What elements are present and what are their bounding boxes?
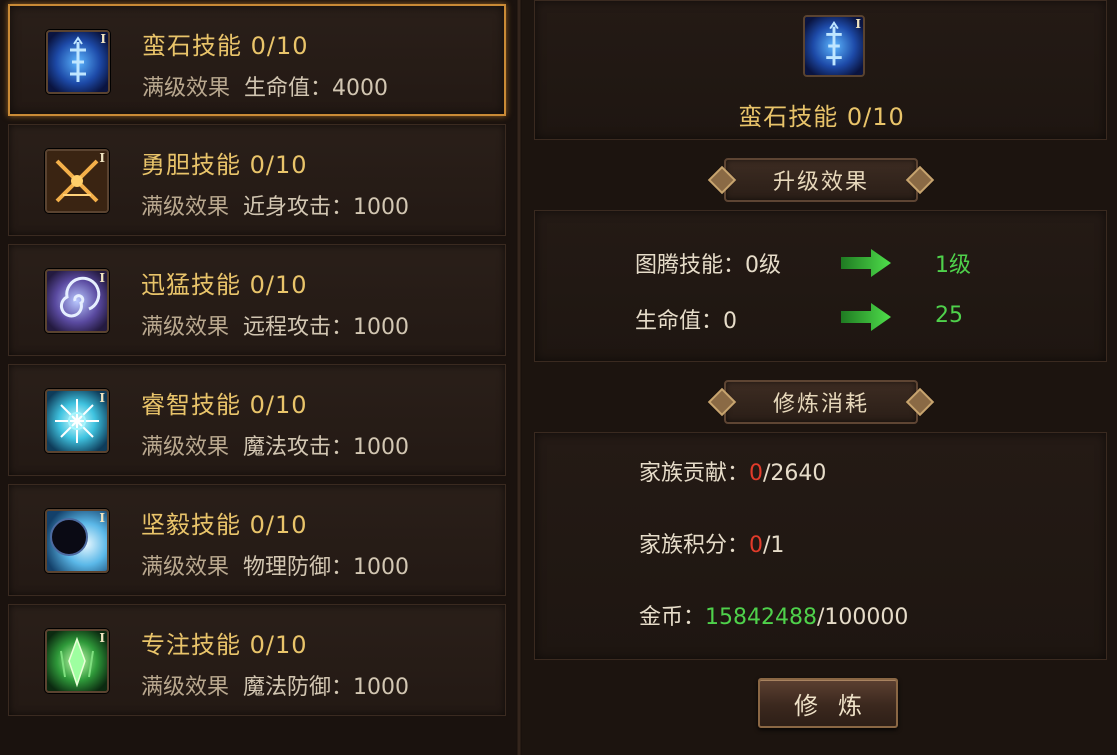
- skill-detail-panel: I 蛮石技能 0/10 升级效果 图腾技能：0级 1级 生命值：0 25 修炼消…: [522, 0, 1117, 755]
- crossed-swords-icon: I: [45, 149, 109, 213]
- cost-row-points: 家族积分：0/1: [639, 533, 785, 558]
- skill-list: I 蛮石技能 0/10 满级效果 生命值：4000 I 勇胆技能 0/10 满级效…: [0, 0, 516, 755]
- upgrade-row-next: 1级: [935, 253, 971, 278]
- cost-row-contribution: 家族贡献：0/2640: [639, 461, 827, 486]
- skill-name: 迅猛技能 0/10: [141, 271, 308, 299]
- skill-name: 坚毅技能 0/10: [141, 511, 308, 539]
- skill-name: 蛮石技能 0/10: [142, 32, 309, 60]
- skill-item-zhuanzhu[interactable]: I 专注技能 0/10 满级效果 魔法防御：1000: [8, 604, 506, 716]
- skill-effect: 满级效果 生命值：4000: [142, 76, 389, 101]
- cost-box: 家族贡献：0/2640 家族积分：0/1 金币：15842488/100000: [534, 432, 1107, 660]
- dark-orb-shield-icon: I: [45, 509, 109, 573]
- skill-item-jianyi[interactable]: I 坚毅技能 0/10 满级效果 物理防御：1000: [8, 484, 506, 596]
- skill-effect: 满级效果 魔法攻击：1000: [141, 435, 410, 460]
- tier-label: I: [99, 271, 105, 285]
- skill-effect: 满级效果 物理防御：1000: [141, 555, 410, 580]
- skill-item-yongdan[interactable]: I 勇胆技能 0/10 满级效果 近身攻击：1000: [8, 124, 506, 236]
- upgrade-row-label: 图腾技能：0级: [635, 253, 781, 278]
- upgrade-row-label: 生命值：0: [635, 309, 737, 334]
- banner-label: 升级效果: [724, 158, 918, 202]
- tier-label: I: [99, 391, 105, 405]
- upgrade-row-next: 25: [935, 303, 963, 328]
- skill-effect: 满级效果 近身攻击：1000: [141, 195, 410, 220]
- rune-stone-icon: I: [803, 15, 865, 77]
- banner-label: 修炼消耗: [724, 380, 918, 424]
- detail-header: I 蛮石技能 0/10: [534, 0, 1107, 140]
- skill-name: 专注技能 0/10: [141, 631, 308, 659]
- rune-stone-icon: I: [46, 30, 110, 94]
- tier-label: I: [855, 17, 861, 31]
- whirlwind-icon: I: [45, 269, 109, 333]
- skill-training-window: I 蛮石技能 0/10 满级效果 生命值：4000 I 勇胆技能 0/10 满级效…: [0, 0, 1117, 755]
- skill-item-xunmeng[interactable]: I 迅猛技能 0/10 满级效果 远程攻击：1000: [8, 244, 506, 356]
- tier-label: I: [99, 631, 105, 645]
- skill-item-ruizhi[interactable]: I 睿智技能 0/10 满级效果 魔法攻击：1000: [8, 364, 506, 476]
- upgrade-effect-box: 图腾技能：0级 1级 生命值：0 25: [534, 210, 1107, 362]
- green-crystal-icon: I: [45, 629, 109, 693]
- tier-label: I: [100, 32, 106, 46]
- skill-effect: 满级效果 远程攻击：1000: [141, 315, 410, 340]
- green-arrow-icon: [841, 303, 891, 331]
- skill-name: 睿智技能 0/10: [141, 391, 308, 419]
- upgrade-effect-banner: 升级效果: [707, 158, 935, 202]
- detail-title: 蛮石技能 0/10: [738, 103, 905, 131]
- skill-name: 勇胆技能 0/10: [141, 151, 308, 179]
- green-arrow-icon: [841, 249, 891, 277]
- practice-button[interactable]: 修炼: [758, 678, 898, 728]
- cost-row-gold: 金币：15842488/100000: [639, 605, 909, 630]
- magic-star-icon: I: [45, 389, 109, 453]
- cost-banner: 修炼消耗: [707, 380, 935, 424]
- tier-label: I: [99, 151, 105, 165]
- skill-item-manshi[interactable]: I 蛮石技能 0/10 满级效果 生命值：4000: [8, 4, 506, 116]
- skill-effect: 满级效果 魔法防御：1000: [141, 675, 410, 700]
- tier-label: I: [99, 511, 105, 525]
